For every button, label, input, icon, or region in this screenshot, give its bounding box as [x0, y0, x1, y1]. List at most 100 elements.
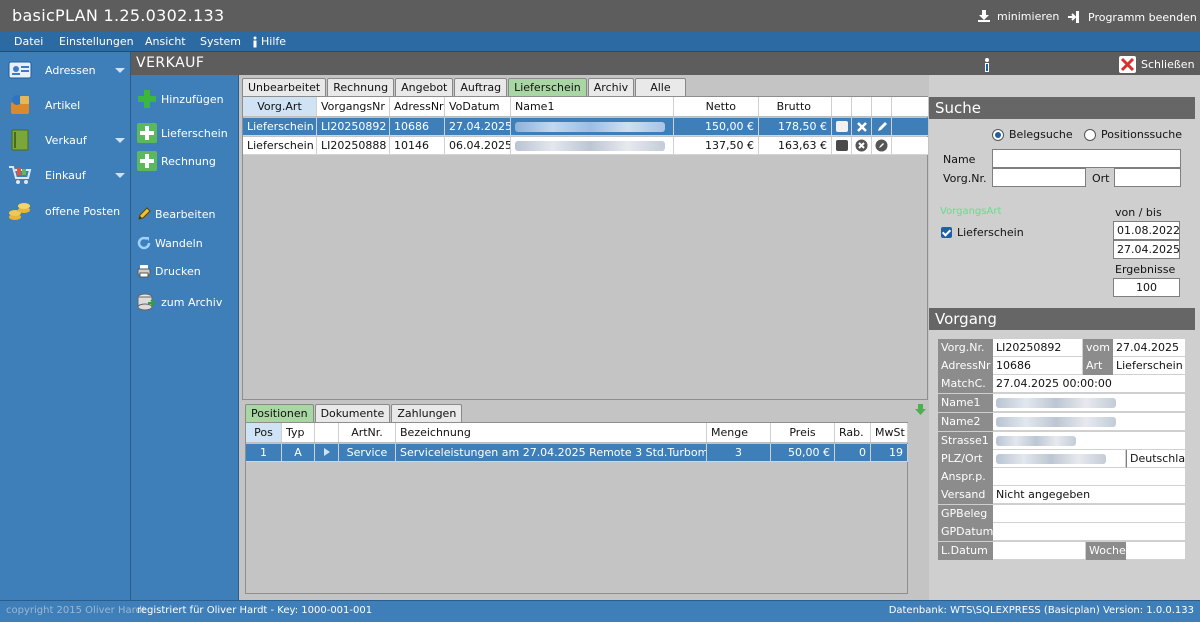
archive-icon: [137, 293, 156, 311]
download-icon: [978, 10, 990, 22]
menu-bar: Datei Einstellungen Ansicht System Hilfe: [0, 32, 1200, 52]
name-input[interactable]: [992, 149, 1181, 168]
chevron-down-icon[interactable]: [115, 137, 125, 143]
new-lieferschein-button[interactable]: Lieferschein: [137, 123, 228, 143]
column-header[interactable]: ArtNr.: [339, 423, 396, 442]
menu-ansicht[interactable]: Ansicht: [145, 35, 186, 48]
app-title: basicPLAN 1.25.0302.133: [12, 6, 225, 25]
vom-value: 27.04.2025: [1113, 339, 1186, 357]
woche-label: Woche: [1086, 542, 1126, 560]
nav-item-verkauf[interactable]: Verkauf: [0, 125, 131, 155]
add-button[interactable]: Hinzufügen: [137, 89, 224, 109]
column-header[interactable]: [315, 423, 339, 442]
column-header[interactable]: Pos: [246, 423, 282, 442]
art-value: Lieferschein: [1113, 357, 1186, 375]
tab-positionen[interactable]: Positionen: [245, 404, 314, 422]
tab-lieferschein[interactable]: Lieferschein: [508, 78, 587, 96]
tab-alle[interactable]: Alle: [635, 78, 686, 96]
chevron-down-icon[interactable]: [115, 67, 125, 73]
cell-typ: A: [282, 444, 315, 461]
column-header[interactable]: Bezeichnung: [396, 423, 707, 442]
book-icon: [11, 129, 29, 151]
tab-dokumente[interactable]: Dokumente: [314, 404, 391, 422]
convert-button[interactable]: Wandeln: [137, 236, 203, 250]
info-icon[interactable]: [983, 58, 991, 73]
edit-button[interactable]: Bearbeiten: [137, 207, 215, 221]
delete-row-icon[interactable]: [852, 118, 872, 135]
column-header[interactable]: Menge: [707, 423, 771, 442]
tab-unbearbeitet[interactable]: Unbearbeitet: [242, 78, 327, 96]
cell-name-redacted: [511, 137, 674, 154]
cart-icon: [9, 166, 32, 184]
column-header[interactable]: VorgangsNr: [317, 97, 390, 116]
radio-positionssuche[interactable]: Positionssuche: [1084, 128, 1182, 141]
plus-box-icon: [137, 151, 157, 171]
edit-row-icon[interactable]: [872, 137, 892, 154]
arrow-down-icon[interactable]: [914, 403, 927, 416]
nav-item-einkauf[interactable]: Einkauf: [0, 160, 131, 190]
column-header[interactable]: Vorg.Art: [243, 97, 317, 116]
column-header[interactable]: Netto: [674, 97, 759, 116]
date-to-input[interactable]: 27.04.2025: [1113, 240, 1180, 259]
print-row-icon[interactable]: [832, 118, 852, 135]
cell-adr: 10146: [390, 137, 445, 154]
plz-label: PLZ/Ort: [938, 450, 993, 468]
vonbis-label: von / bis: [1115, 206, 1162, 219]
tab-rechnung[interactable]: Rechnung: [327, 78, 395, 96]
nav-item-offene-posten[interactable]: offene Posten: [0, 196, 131, 226]
ort-label: Ort: [1092, 172, 1110, 185]
radio-belegsuche[interactable]: Belegsuche: [992, 128, 1073, 141]
left-navigation: Adressen Artikel Verkauf Einkauf offene …: [0, 52, 131, 600]
column-header[interactable]: Typ: [282, 423, 315, 442]
print-button[interactable]: Drucken: [137, 264, 201, 278]
tab-archiv[interactable]: Archiv: [587, 78, 635, 96]
column-header[interactable]: MwSt: [871, 423, 908, 442]
menu-einstellungen[interactable]: Einstellungen: [59, 35, 134, 48]
close-icon: [1119, 56, 1136, 73]
table-row[interactable]: Lieferschein LI20250892 10686 27.04.2025…: [243, 118, 928, 136]
column-header[interactable]: Rab.: [835, 423, 871, 442]
print-row-icon[interactable]: [832, 137, 852, 154]
tab-auftrag[interactable]: Auftrag: [454, 78, 508, 96]
table-row[interactable]: Lieferschein LI20250888 10146 06.04.2025…: [243, 137, 928, 155]
vorgnr-input[interactable]: [992, 168, 1086, 187]
vorgangsart-label: VorgangsArt: [940, 206, 1002, 217]
menu-datei[interactable]: Datei: [14, 35, 43, 48]
menu-system[interactable]: System: [200, 35, 241, 48]
delete-row-icon[interactable]: [852, 137, 872, 154]
ergebnisse-input[interactable]: 100: [1113, 278, 1180, 297]
column-header[interactable]: VoDatum: [445, 97, 511, 116]
menu-hilfe-label: Hilfe: [261, 35, 287, 48]
column-header[interactable]: AdressNr: [390, 97, 445, 116]
checkbox-lieferschein[interactable]: Lieferschein: [941, 226, 1024, 239]
cell-netto: 150,00 €: [674, 118, 759, 135]
menu-hilfe[interactable]: Hilfe: [252, 35, 286, 48]
gpdatum-label: GPDatum: [938, 523, 993, 541]
nav-label: Verkauf: [45, 133, 87, 147]
tab-angebot[interactable]: Angebot: [395, 78, 454, 96]
cell-adr: 10686: [390, 118, 445, 135]
cell-nr: LI20250888: [317, 137, 390, 154]
column-header[interactable]: Name1: [511, 97, 674, 116]
column-header-icon: [832, 97, 852, 116]
ort-input[interactable]: [1114, 168, 1181, 187]
column-header[interactable]: Preis: [771, 423, 835, 442]
date-from-input[interactable]: 01.08.2022: [1113, 221, 1180, 240]
gpbeleg-value: [993, 505, 1186, 523]
edit-row-icon[interactable]: [872, 118, 892, 135]
table-row[interactable]: 1 A Service Serviceleistungen am 27.04.2…: [246, 444, 908, 462]
expand-icon[interactable]: [315, 444, 339, 461]
exit-button[interactable]: Programm beenden: [1066, 9, 1197, 25]
nav-item-artikel[interactable]: Artikel: [0, 90, 131, 120]
close-button[interactable]: Schließen: [1119, 56, 1195, 73]
tab-zahlungen[interactable]: Zahlungen: [391, 404, 463, 422]
new-rechnung-button[interactable]: Rechnung: [137, 151, 216, 171]
cell-netto: 137,50 €: [674, 137, 759, 154]
archive-button[interactable]: zum Archiv: [137, 293, 222, 311]
chevron-down-icon[interactable]: [115, 172, 125, 178]
column-header[interactable]: Brutto: [759, 97, 832, 116]
printer-icon: [137, 265, 151, 278]
checkbox-label: Lieferschein: [957, 226, 1024, 239]
nav-item-adressen[interactable]: Adressen: [0, 55, 131, 85]
minimize-button[interactable]: minimieren: [977, 9, 1059, 23]
